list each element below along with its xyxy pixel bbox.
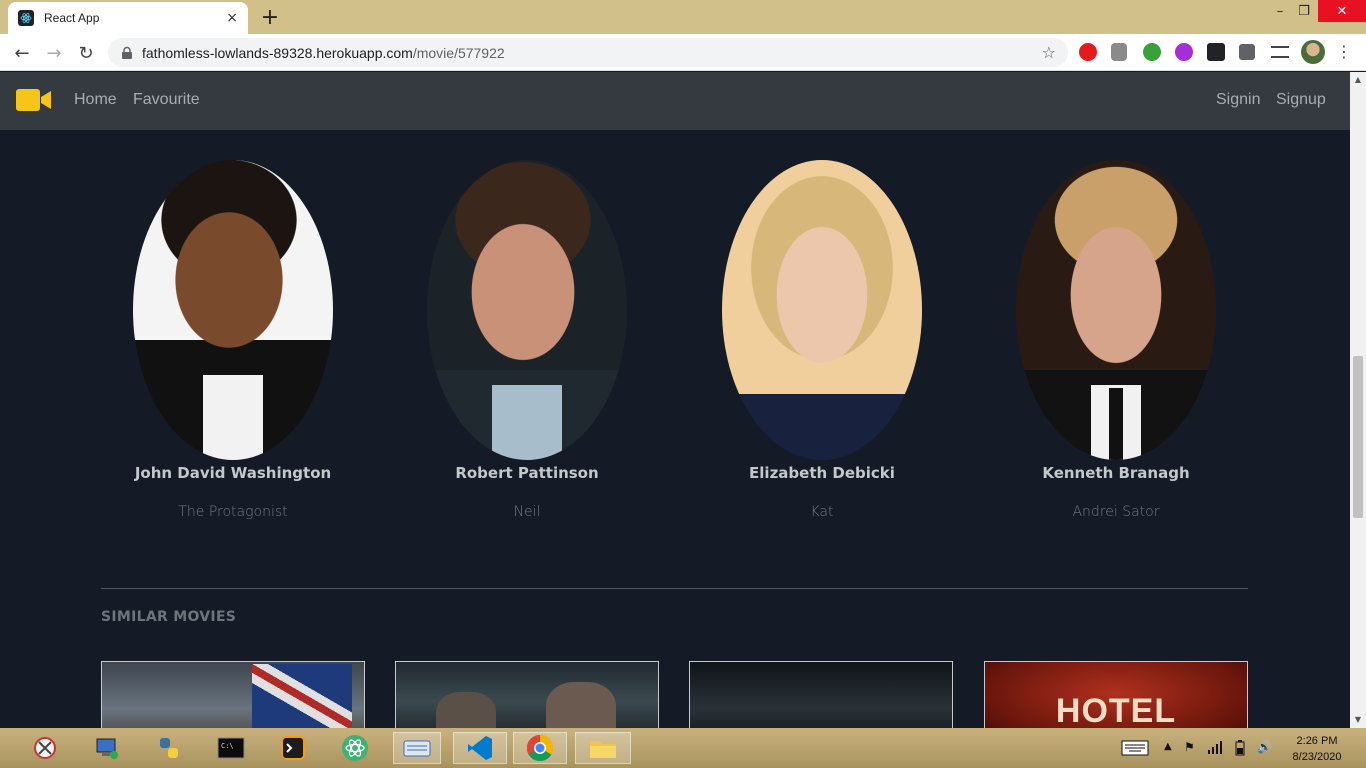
nav-link-signup[interactable]: Signup: [1276, 91, 1326, 109]
cast-role: Kat: [810, 504, 834, 520]
extensions-puzzle-icon[interactable]: [1239, 44, 1255, 60]
similar-movie-poster[interactable]: [689, 661, 953, 728]
reload-button[interactable]: ↻: [74, 41, 98, 65]
window-close-button[interactable]: ✕: [1318, 0, 1366, 22]
react-devtools-icon[interactable]: [1207, 43, 1225, 61]
cast-card[interactable]: Kenneth Branagh Andrei Sator: [1016, 160, 1216, 520]
address-bar[interactable]: fathomless-lowlands-89328.herokuapp.com/…: [108, 38, 1068, 67]
cast-photo: [722, 160, 922, 460]
tab-title: React App: [44, 11, 100, 25]
video-camera-logo-icon[interactable]: [16, 88, 52, 112]
nav-link-favourite[interactable]: Favourite: [133, 91, 200, 109]
nav-link-signin[interactable]: Signin: [1216, 91, 1260, 109]
html-extension-icon[interactable]: [1143, 43, 1161, 61]
similar-movies-heading: SIMILAR MOVIES: [101, 609, 237, 625]
cast-role: Andrei Sator: [1072, 504, 1160, 520]
system-clock[interactable]: 2:26 PM 8/23/2020: [1280, 733, 1354, 765]
adblock-extension-icon[interactable]: [1079, 43, 1097, 61]
app-navbar: Home Favourite Signin Signup: [0, 72, 1350, 130]
volume-icon[interactable]: 🔊: [1257, 740, 1272, 754]
back-button[interactable]: ←: [10, 41, 34, 65]
nav-link-home[interactable]: Home: [74, 91, 117, 109]
new-tab-button[interactable]: +: [260, 4, 280, 30]
page-viewport: Home Favourite Signin Signup John David …: [0, 72, 1350, 728]
python-idle-icon[interactable]: [152, 732, 186, 764]
clock-date: 8/23/2020: [1292, 751, 1342, 763]
browser-toolbar: ← → ↻ fathomless-lowlands-89328.herokuap…: [0, 34, 1366, 71]
show-hidden-icons-icon[interactable]: ▲: [1164, 741, 1172, 752]
union-jack-flag-image: [252, 664, 352, 728]
actor-figure-image: [436, 692, 496, 728]
media-queue-icon[interactable]: [1271, 46, 1289, 58]
poster-title: HOTEL MUMBAI: [1055, 692, 1177, 728]
similar-movie-poster[interactable]: HOTEL MUMBAI: [984, 661, 1248, 728]
network-computer-icon[interactable]: [90, 732, 124, 764]
bug-extension-icon[interactable]: [1111, 43, 1127, 61]
cast-card[interactable]: Robert Pattinson Neil: [427, 160, 627, 520]
snipping-tool-icon[interactable]: [28, 732, 62, 764]
cast-name: Elizabeth Debicki: [749, 464, 895, 482]
similar-movie-poster[interactable]: [395, 661, 659, 728]
cast-role: The Protagonist: [178, 504, 288, 520]
clock-time: 2:26 PM: [1296, 735, 1338, 747]
tab-close-icon[interactable]: ×: [226, 10, 238, 26]
lock-icon: [122, 46, 132, 59]
purple-extension-icon[interactable]: [1175, 43, 1193, 61]
action-center-flag-icon[interactable]: ⚑: [1184, 740, 1195, 754]
profile-avatar[interactable]: [1301, 40, 1325, 64]
scroll-down-arrow-icon[interactable]: ▼: [1353, 715, 1363, 725]
cast-card[interactable]: John David Washington The Protagonist: [133, 160, 333, 520]
keyboard-tray-icon[interactable]: [1121, 740, 1149, 759]
windows-taskbar: C:\ ▲ ⚑ 🔊 2:26 PM 8/23/2020: [0, 728, 1366, 768]
cast-card[interactable]: Elizabeth Debicki Kat: [722, 160, 922, 520]
page-scrollbar[interactable]: ▲ ▼: [1350, 72, 1366, 728]
cast-name: John David Washington: [134, 464, 332, 482]
atom-editor-icon[interactable]: [338, 732, 372, 764]
window-maximize-button[interactable]: ❐: [1290, 0, 1318, 22]
browser-tab[interactable]: React App ×: [8, 2, 248, 34]
on-screen-keyboard-icon[interactable]: [393, 732, 441, 764]
cast-name: Kenneth Branagh: [1042, 464, 1190, 482]
scroll-up-arrow-icon[interactable]: ▲: [1353, 75, 1363, 85]
terminal-app-icon[interactable]: [276, 732, 310, 764]
cast-role: Neil: [513, 504, 541, 520]
vscode-icon[interactable]: [453, 732, 507, 764]
command-prompt-icon[interactable]: C:\: [214, 732, 248, 764]
battery-icon[interactable]: [1232, 740, 1250, 759]
network-signal-icon[interactable]: [1207, 740, 1225, 757]
browser-menu-icon[interactable]: ⋮: [1336, 42, 1352, 62]
similar-movie-poster[interactable]: [101, 661, 365, 728]
scrollbar-thumb[interactable]: [1353, 356, 1363, 518]
url-text: fathomless-lowlands-89328.herokuapp.com/…: [142, 45, 505, 61]
file-explorer-icon[interactable]: [575, 732, 631, 764]
svg-text:C:\: C:\: [221, 742, 234, 750]
forward-button[interactable]: →: [42, 41, 66, 65]
cast-photo: [427, 160, 627, 460]
bookmark-star-icon[interactable]: ☆: [1042, 43, 1056, 62]
cast-name: Robert Pattinson: [455, 464, 599, 482]
browser-tab-strip: React App × + – ❐ ✕: [0, 0, 1366, 34]
url-host: fathomless-lowlands-89328.herokuapp.com: [142, 44, 413, 61]
cast-photo: [1016, 160, 1216, 460]
url-path: /movie/577922: [412, 44, 505, 61]
cast-photo: [133, 160, 333, 460]
section-divider: [101, 588, 1248, 589]
react-favicon-icon: [18, 10, 34, 26]
actor-figure-image: [546, 682, 616, 728]
chrome-browser-icon[interactable]: [513, 732, 567, 764]
